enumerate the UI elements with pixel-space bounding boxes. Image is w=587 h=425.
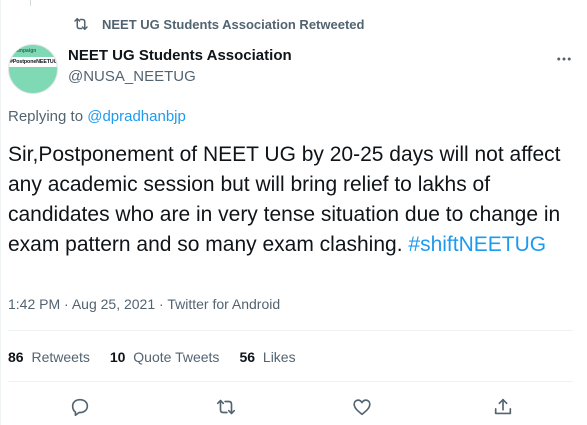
tweet-source: Twitter for Android	[167, 296, 281, 312]
meta-separator: ·	[159, 296, 164, 312]
likes-count: 56	[239, 349, 256, 365]
like-icon	[353, 399, 371, 416]
hashtag-link[interactable]: #shiftNEETUG	[408, 233, 546, 256]
replying-to: Replying to @dpradhanbjp	[8, 108, 186, 125]
engagement-stats: 86 Retweets 10 Quote Tweets 56 Likes	[8, 349, 316, 365]
retweet-icon	[216, 399, 236, 415]
mention-link[interactable]: @dpradhanbjp	[87, 108, 186, 125]
meta-separator: ·	[64, 296, 69, 312]
reply-button[interactable]	[65, 392, 95, 422]
quote-tweets-stat[interactable]: 10 Quote Tweets	[110, 349, 220, 365]
share-icon	[494, 398, 512, 415]
action-bar	[0, 392, 587, 422]
retweet-icon	[74, 18, 88, 30]
retweet-button[interactable]	[211, 392, 241, 422]
author-block[interactable]: NEET UG Students Association @NUSA_NEETU…	[68, 47, 292, 85]
quote-tweets-label: Quote Tweets	[133, 349, 220, 365]
likes-label: Likes	[262, 349, 296, 365]
divider	[8, 381, 573, 382]
reply-icon	[71, 398, 89, 417]
likes-stat[interactable]: 56 Likes	[239, 349, 295, 365]
tweet-date[interactable]: Aug 25, 2021	[72, 296, 155, 312]
divider	[8, 330, 573, 331]
avatar-text-hashtag: #PostponeNEETUG	[10, 59, 58, 65]
author-name[interactable]: NEET UG Students Association	[68, 47, 292, 64]
tweet-meta: 1:42 PM · Aug 25, 2021 · Twitter for And…	[8, 296, 280, 312]
left-border	[0, 0, 1, 425]
retweets-count: 86	[8, 349, 24, 365]
like-button[interactable]	[347, 392, 377, 422]
retweets-label: Retweets	[31, 349, 90, 365]
quote-tweets-count: 10	[109, 349, 126, 365]
tweet-text: Sir,Postponement of NEET UG by 20-25 day…	[8, 140, 573, 260]
retweet-context-label: NEET UG Students Association Retweeted	[102, 16, 365, 32]
replying-to-label: Replying to	[8, 108, 84, 125]
retweet-context[interactable]: NEET UG Students Association Retweeted	[72, 15, 364, 33]
tweet-time[interactable]: 1:42 PM	[8, 296, 60, 312]
share-button[interactable]	[488, 392, 518, 422]
author-handle[interactable]: @NUSA_NEETUG	[68, 68, 292, 85]
retweets-stat[interactable]: 86 Retweets	[8, 349, 90, 365]
more-options-icon[interactable]	[555, 50, 573, 68]
avatar[interactable]: campaign #PostponeNEETUG	[8, 44, 58, 94]
thread-line	[30, 0, 31, 6]
avatar-text-top: campaign	[13, 48, 37, 54]
